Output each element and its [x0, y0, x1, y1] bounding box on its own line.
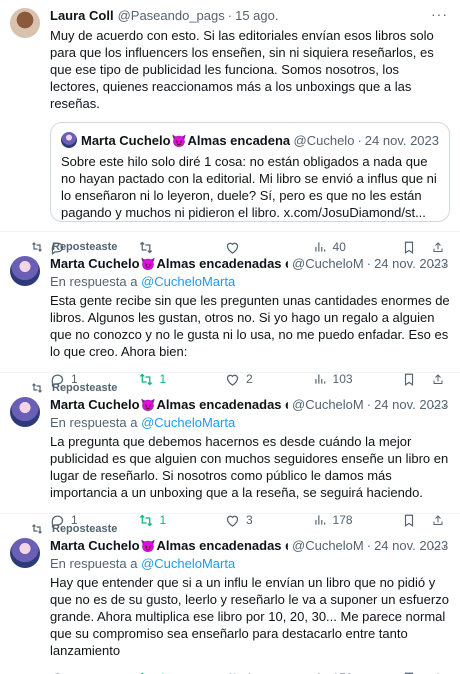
avatar[interactable]	[10, 8, 40, 38]
author-name[interactable]: Marta Cuchelo😈Almas encadenadas en fi	[50, 397, 288, 412]
more-icon[interactable]: ···	[431, 538, 448, 554]
author-name[interactable]: Marta Cuchelo😈Almas encadenadas en fi	[50, 538, 288, 553]
bookmark-icon	[405, 672, 414, 674]
repost-icon	[30, 241, 44, 253]
repost-icon	[30, 523, 44, 535]
devil-emoji-icon: 😈	[171, 133, 187, 148]
tweet-item[interactable]: Reposteaste ··· Marta Cuchelo😈Almas enca…	[0, 232, 460, 387]
repost-button[interactable]: 1	[138, 671, 226, 674]
author-name[interactable]: Laura Coll	[50, 8, 114, 23]
tweet-text: Hay que entender que si a un influ le en…	[50, 575, 449, 658]
tweet-header: Laura Coll @Paseando_pags · 15 ago.	[50, 6, 450, 24]
author-handle[interactable]: @CucheloM	[292, 538, 364, 553]
author-handle[interactable]: @CucheloM	[292, 256, 364, 271]
repost-icon	[139, 672, 144, 674]
share-button[interactable]	[432, 671, 450, 674]
quote-avatar	[61, 132, 77, 148]
reply-icon	[54, 673, 61, 674]
repost-label: Reposteaste	[52, 241, 118, 253]
reply-button[interactable]	[50, 671, 138, 674]
tweet-text: La pregunta que debemos hacernos es desd…	[50, 434, 449, 500]
tweet-item[interactable]: Reposteaste ··· Marta Cuchelo😈Almas enca…	[0, 373, 460, 528]
quote-author-name: Marta Cuchelo😈Almas encadenadas en	[81, 132, 290, 148]
quote-date: 24 nov. 2023	[364, 132, 439, 148]
separator-dot: ·	[227, 7, 233, 23]
tweet-text: Esta gente recibe sin que les pregunten …	[50, 293, 450, 359]
devil-emoji-icon: 😈	[140, 397, 156, 412]
separator-dot: ·	[366, 396, 372, 412]
more-icon[interactable]: ···	[431, 256, 448, 272]
separator-dot: ·	[366, 537, 372, 553]
timeline-feed: ··· Laura Coll @Paseando_pags · 15 ago. …	[0, 0, 460, 674]
avatar[interactable]	[10, 256, 40, 286]
avatar[interactable]	[10, 538, 40, 568]
devil-emoji-icon: 😈	[140, 256, 156, 271]
tweet-date[interactable]: 15 ago.	[235, 8, 278, 23]
reply-context: En respuesta a @CucheloMarta	[50, 274, 236, 289]
author-handle[interactable]: @CucheloM	[292, 397, 364, 412]
repost-indicator: Reposteaste	[30, 240, 450, 254]
tweet-actions: 1 1 158	[50, 669, 450, 674]
repost-indicator: Reposteaste	[30, 522, 450, 536]
more-icon[interactable]: ···	[431, 6, 448, 22]
avatar[interactable]	[10, 397, 40, 427]
repost-indicator: Reposteaste	[30, 381, 450, 395]
share-icon	[436, 672, 440, 674]
tweet-item[interactable]: Reposteaste ··· Marta Cuchelo😈Almas enca…	[0, 514, 460, 674]
repost-icon	[30, 382, 44, 394]
reply-to-link[interactable]: @CucheloMarta	[141, 556, 235, 571]
tweet-item[interactable]: ··· Laura Coll @Paseando_pags · 15 ago. …	[0, 0, 460, 255]
author-name[interactable]: Marta Cuchelo😈Almas encadenadas en fi	[50, 256, 288, 271]
like-icon	[228, 673, 237, 674]
repost-label: Reposteaste	[52, 523, 118, 535]
separator-dot: ·	[357, 132, 362, 148]
author-handle[interactable]: @Paseando_pags	[118, 8, 225, 23]
reply-context: En respuesta a @CucheloMarta	[50, 556, 236, 571]
quote-header: Marta Cuchelo😈Almas encadenadas en @Cuch…	[61, 131, 439, 149]
tweet-header: Marta Cuchelo😈Almas encadenadas en fi @C…	[50, 254, 450, 272]
like-button[interactable]: 1	[225, 671, 313, 674]
devil-emoji-icon: 😈	[140, 538, 156, 553]
quote-text: Sobre este hilo solo diré 1 cosa: no est…	[61, 154, 437, 220]
repost-label: Reposteaste	[52, 382, 118, 394]
tweet-header: Marta Cuchelo😈Almas encadenadas en fi @C…	[50, 395, 450, 413]
separator-dot: ·	[366, 255, 372, 271]
reply-to-link[interactable]: @CucheloMarta	[141, 274, 235, 289]
quote-author-handle: @Cuchelo	[293, 132, 355, 148]
bookmark-button[interactable]	[402, 671, 424, 674]
reply-context: En respuesta a @CucheloMarta	[50, 415, 236, 430]
tweet-text: Muy de acuerdo con esto. Si las editoria…	[50, 28, 434, 111]
tweet-header: Marta Cuchelo😈Almas encadenadas en fi @C…	[50, 536, 450, 554]
more-icon[interactable]: ···	[431, 397, 448, 413]
quoted-tweet[interactable]: Marta Cuchelo😈Almas encadenadas en @Cuch…	[50, 122, 450, 222]
reply-to-link[interactable]: @CucheloMarta	[141, 415, 235, 430]
